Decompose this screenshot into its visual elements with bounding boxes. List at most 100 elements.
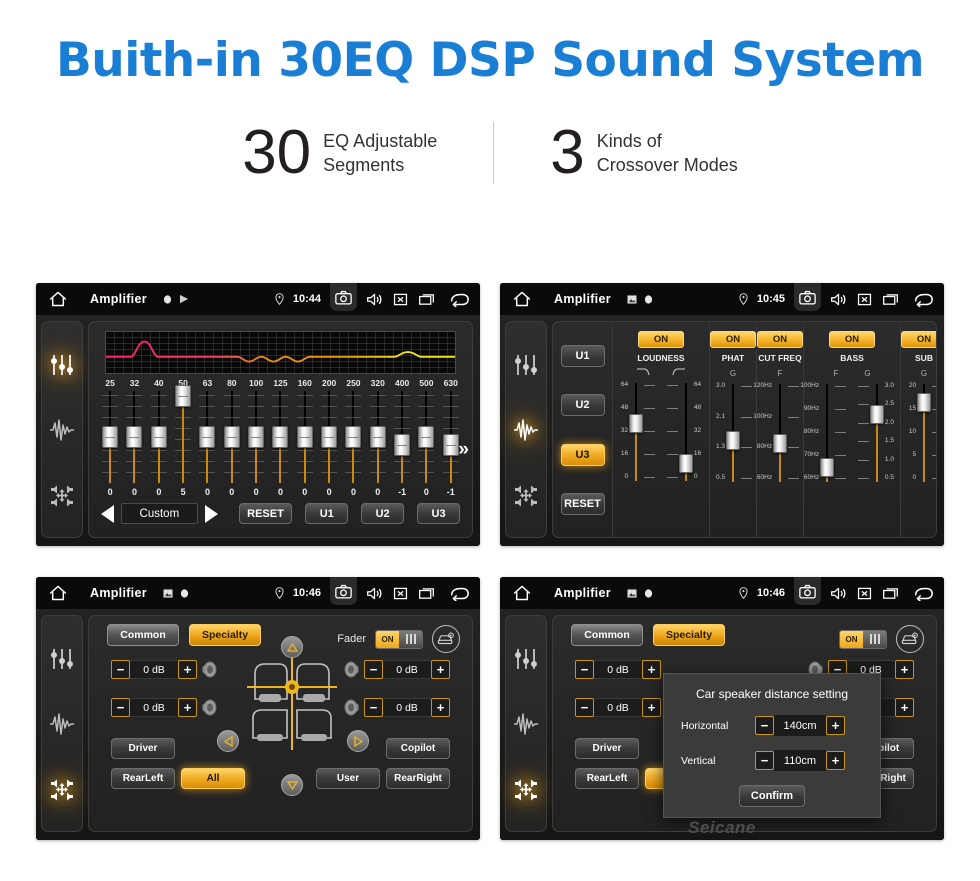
toggle-phat[interactable]: ON — [710, 331, 756, 348]
slider-handle[interactable] — [296, 426, 313, 448]
slider-handle[interactable] — [150, 426, 167, 448]
tab-common[interactable]: Common — [107, 624, 179, 646]
fader-toggle[interactable]: ON — [839, 629, 887, 649]
left-arrow-icon[interactable] — [217, 730, 239, 752]
eq-slider[interactable] — [394, 391, 411, 483]
dsp-slider-1[interactable]: 100Hz 90Hz 80Hz 70Hz 60Hz — [800, 382, 850, 486]
eq-more-icon[interactable]: » — [458, 440, 469, 459]
waveform-icon[interactable] — [49, 418, 75, 442]
fader-toggle[interactable]: ON — [375, 629, 423, 649]
slider-handle[interactable] — [223, 426, 240, 448]
dsp-slider-1[interactable]: 64 48 32 16 0 — [613, 381, 659, 485]
eq-slider[interactable] — [418, 391, 435, 483]
decrease-button[interactable]: − — [755, 716, 774, 735]
home-icon[interactable] — [48, 290, 68, 308]
reset-button[interactable]: RESET — [238, 503, 293, 524]
eq-slider[interactable] — [321, 391, 338, 483]
speaker-icon[interactable] — [366, 292, 383, 307]
seat-copilot-button[interactable]: Copilot — [386, 738, 450, 759]
slider-handle[interactable] — [820, 458, 834, 478]
decrease-button[interactable]: − — [111, 660, 130, 679]
preset-name-display[interactable]: Custom — [121, 503, 198, 524]
seat-driver-button[interactable]: Driver — [575, 738, 639, 759]
camera-button[interactable] — [794, 283, 821, 311]
preset-u2-button[interactable]: U2 — [560, 394, 605, 417]
eq-slider[interactable] — [175, 384, 192, 483]
tab-specialty[interactable]: Specialty — [653, 624, 725, 646]
slider-handle[interactable] — [679, 454, 693, 474]
dsp-slider-1[interactable]: 3.0 2.1 1.3 0.5 — [710, 382, 756, 486]
seat-rearleft-button[interactable]: RearLeft — [575, 768, 639, 789]
balance-icon[interactable] — [513, 777, 539, 801]
eq-slider[interactable] — [150, 391, 167, 483]
increase-button[interactable]: + — [826, 751, 845, 770]
slider-handle[interactable] — [321, 426, 338, 448]
seat-rearright-button[interactable]: RearRight — [386, 768, 450, 789]
decrease-button[interactable]: − — [111, 698, 130, 717]
prev-preset-button[interactable] — [101, 504, 114, 523]
slider-handle[interactable] — [394, 434, 411, 457]
back-icon[interactable] — [912, 586, 934, 601]
preset-u1-button[interactable]: U1 — [560, 344, 605, 367]
dsp-slider-2[interactable]: 64 48 32 16 0 — [663, 381, 709, 485]
slider-handle[interactable] — [102, 426, 119, 448]
increase-button[interactable]: + — [895, 698, 914, 717]
slider-handle[interactable] — [199, 426, 216, 448]
balance-icon[interactable] — [513, 483, 539, 507]
right-arrow-icon[interactable] — [347, 730, 369, 752]
waveform-icon[interactable] — [513, 418, 539, 442]
seat-driver-button[interactable]: Driver — [111, 738, 175, 759]
toggle-bass[interactable]: ON — [829, 331, 875, 348]
speaker-icon[interactable] — [366, 586, 383, 601]
eq-slider[interactable] — [102, 391, 119, 483]
close-box-icon[interactable] — [392, 586, 409, 601]
recents-icon[interactable] — [418, 586, 435, 601]
slider-handle[interactable] — [418, 426, 435, 448]
slider-handle[interactable] — [442, 434, 459, 457]
camera-button[interactable] — [330, 577, 357, 605]
slider-handle[interactable] — [629, 414, 643, 433]
seat-user-button[interactable]: User — [316, 768, 380, 789]
increase-button[interactable]: + — [642, 698, 661, 717]
close-box-icon[interactable] — [856, 586, 873, 601]
home-icon[interactable] — [512, 290, 532, 308]
equalizer-icon[interactable] — [49, 353, 75, 377]
car-settings-icon[interactable] — [896, 625, 924, 653]
back-icon[interactable] — [448, 292, 470, 307]
dsp-slider-1[interactable]: 120Hz 100Hz 80Hz 60Hz — [753, 382, 803, 486]
back-icon[interactable] — [448, 586, 470, 601]
increase-button[interactable]: + — [642, 660, 661, 679]
next-preset-button[interactable] — [204, 504, 218, 523]
preset-u3-button[interactable]: U3 — [560, 443, 605, 466]
eq-slider[interactable] — [223, 391, 240, 483]
home-icon[interactable] — [512, 584, 532, 602]
preset-u1-button[interactable]: U1 — [305, 503, 349, 524]
increase-button[interactable]: + — [431, 698, 450, 717]
waveform-icon[interactable] — [49, 712, 75, 736]
toggle-sub[interactable]: ON — [901, 331, 936, 348]
home-icon[interactable] — [48, 584, 68, 602]
recents-icon[interactable] — [418, 292, 435, 307]
preset-u3-button[interactable]: U3 — [417, 503, 460, 524]
increase-button[interactable]: + — [178, 698, 197, 717]
preset-u2-button[interactable]: U2 — [361, 503, 405, 524]
equalizer-icon[interactable] — [49, 647, 75, 671]
decrease-button[interactable]: − — [755, 751, 774, 770]
slider-handle[interactable] — [870, 405, 884, 425]
eq-slider[interactable] — [442, 391, 459, 483]
dsp-reset-button[interactable]: RESET — [560, 493, 605, 516]
speaker-icon[interactable] — [830, 292, 847, 307]
slider-handle[interactable] — [917, 392, 931, 412]
decrease-button[interactable]: − — [575, 698, 594, 717]
tab-specialty[interactable]: Specialty — [189, 624, 261, 646]
eq-slider[interactable] — [296, 391, 313, 483]
tab-common[interactable]: Common — [571, 624, 643, 646]
toggle-cut-freq[interactable]: ON — [757, 331, 803, 348]
decrease-button[interactable]: − — [364, 698, 383, 717]
eq-slider[interactable] — [369, 391, 386, 483]
eq-slider[interactable] — [199, 391, 216, 483]
up-arrow-icon[interactable] — [281, 636, 303, 658]
slider-handle[interactable] — [773, 434, 787, 454]
dsp-slider-1[interactable]: 20 15 10 5 0 — [901, 382, 936, 486]
camera-button[interactable] — [794, 577, 821, 605]
